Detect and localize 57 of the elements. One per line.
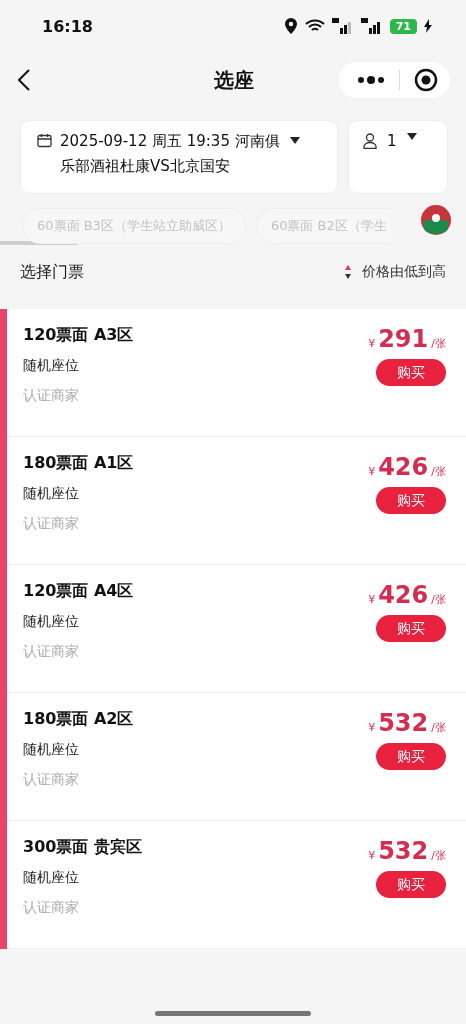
ticket-price: 532: [378, 837, 429, 865]
signal-icon: [331, 18, 354, 34]
ticket-name: 120票面 A3区: [23, 325, 134, 345]
seat-type: 随机座位: [23, 741, 80, 759]
seller-tag: 认证商家: [23, 515, 134, 533]
sort-toggle[interactable]: 价格由低到高: [344, 263, 446, 281]
sort-icon: [344, 264, 352, 280]
seat-type: 随机座位: [23, 485, 80, 503]
list-title: 选择门票: [20, 261, 84, 283]
price-unit: /张: [431, 592, 446, 607]
currency-symbol: ¥: [368, 849, 376, 862]
seller-tag: 认证商家: [23, 899, 142, 917]
quantity-value: 1: [387, 133, 397, 149]
caret-icon: [406, 133, 417, 140]
ticket-name: 180票面 A1区: [23, 453, 134, 473]
seat-type: 随机座位: [23, 613, 80, 631]
caret-icon: [290, 137, 300, 144]
ticket-price: 426: [378, 453, 429, 481]
ticket-name: 120票面 A4区: [23, 581, 134, 601]
currency-symbol: ¥: [368, 465, 376, 478]
ticket-name: 180票面 A2区: [23, 709, 134, 729]
person-icon: [363, 133, 377, 149]
charging-icon: [424, 19, 432, 33]
back-icon[interactable]: [18, 69, 30, 91]
ticket-price: 426: [378, 581, 429, 609]
ticket-name: 300票面 贵宾区: [23, 837, 142, 857]
ticket-price: 291: [378, 325, 429, 353]
buy-button[interactable]: 购买: [376, 743, 446, 770]
match-selector[interactable]: 2025-09-12 周五 19:35 河南俱乐部酒祖杜康VS北京国安: [20, 120, 338, 194]
price-unit: /张: [431, 336, 446, 351]
price-unit: /张: [431, 848, 446, 863]
currency-symbol: ¥: [368, 593, 376, 606]
quantity-selector[interactable]: 1: [348, 120, 448, 194]
ticket-price: 532: [378, 709, 429, 737]
buy-button[interactable]: 购买: [376, 615, 446, 642]
page-title: 选座: [214, 66, 254, 94]
location-icon: [283, 18, 298, 34]
seat-type: 随机座位: [23, 357, 80, 375]
buy-button[interactable]: 购买: [376, 359, 446, 386]
signal-icon: [360, 18, 383, 34]
buy-button[interactable]: 购买: [376, 487, 446, 514]
currency-symbol: ¥: [368, 721, 376, 734]
close-icon[interactable]: [414, 68, 438, 92]
battery-level: 71: [389, 18, 417, 34]
match-text: 2025-09-12 周五 19:35 河南俱乐部酒祖杜康VS北京国安: [60, 131, 281, 177]
buy-button[interactable]: 购买: [376, 871, 446, 898]
seller-tag: 认证商家: [23, 643, 134, 661]
seat-type: 随机座位: [23, 869, 80, 887]
price-unit: /张: [431, 720, 446, 735]
more-icon[interactable]: [357, 76, 385, 84]
status-time: 16:18: [42, 16, 93, 36]
seller-tag: 认证商家: [23, 771, 134, 789]
wifi-icon: [304, 19, 325, 33]
currency-symbol: ¥: [368, 337, 376, 350]
seller-tag: 认证商家: [23, 387, 134, 405]
calendar-icon: [37, 133, 52, 148]
price-unit: /张: [431, 464, 446, 479]
